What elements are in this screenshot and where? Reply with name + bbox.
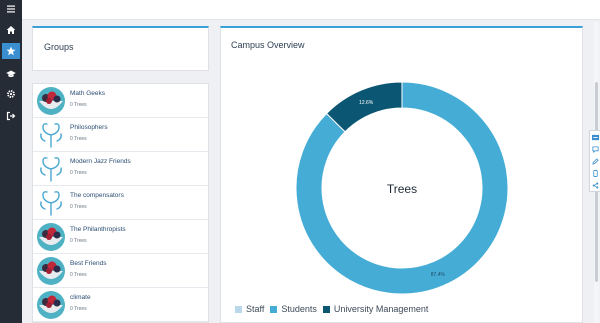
chart-legend: Staff Students University Management bbox=[235, 304, 434, 314]
edit-icon bbox=[592, 158, 599, 165]
home-button[interactable] bbox=[2, 22, 20, 38]
menu-icon bbox=[7, 5, 15, 13]
group-row[interactable]: Best Friends 0 Trees bbox=[33, 254, 208, 288]
fruit-bowl-avatar bbox=[37, 87, 65, 115]
group-name[interactable]: Best Friends bbox=[70, 260, 107, 267]
settings-button[interactable] bbox=[2, 86, 20, 102]
group-tree-count: 0 Trees bbox=[70, 204, 87, 210]
education-button[interactable] bbox=[2, 66, 20, 82]
group-name[interactable]: The compensators bbox=[70, 192, 124, 199]
menu-button[interactable] bbox=[2, 1, 20, 17]
group-tree-count: 0 Trees bbox=[70, 306, 87, 312]
legend-item-university-management[interactable]: University Management bbox=[322, 304, 429, 314]
legend-item-staff[interactable]: Staff bbox=[235, 304, 264, 314]
group-tree-count: 0 Trees bbox=[70, 170, 87, 176]
mobile-icon bbox=[593, 170, 598, 177]
legend-item-students[interactable]: Students bbox=[270, 304, 317, 314]
group-name[interactable]: climate bbox=[70, 294, 91, 301]
legend-label: Students bbox=[281, 304, 317, 314]
group-tree-count: 0 Trees bbox=[70, 238, 87, 244]
legend-swatch bbox=[322, 305, 330, 313]
favorites-button[interactable] bbox=[2, 43, 20, 59]
group-tree-count: 0 Trees bbox=[70, 102, 87, 108]
group-name[interactable]: Philosophers bbox=[70, 124, 108, 131]
group-row[interactable]: climate 0 Trees bbox=[33, 288, 208, 322]
share-icon bbox=[592, 182, 599, 189]
gear-icon bbox=[7, 90, 15, 98]
campus-overview-title: Campus Overview bbox=[231, 40, 305, 50]
blue-tree-avatar bbox=[40, 157, 62, 182]
groups-title: Groups bbox=[44, 42, 74, 52]
top-bar bbox=[22, 0, 600, 20]
fruit-bowl-avatar bbox=[37, 223, 65, 251]
donut-slice-label: 87.4% bbox=[431, 272, 446, 278]
legend-swatch bbox=[235, 305, 242, 313]
logout-icon bbox=[6, 111, 16, 121]
group-tree-count: 0 Trees bbox=[70, 136, 87, 142]
group-tree-count: 0 Trees bbox=[70, 272, 87, 278]
home-icon bbox=[6, 26, 16, 34]
group-row[interactable]: The compensators 0 Trees bbox=[33, 186, 208, 220]
group-row[interactable]: Philosophers 0 Trees bbox=[33, 118, 208, 152]
edit-button[interactable] bbox=[591, 157, 600, 166]
group-name[interactable]: Math Geeks bbox=[70, 90, 105, 97]
star-icon bbox=[6, 46, 16, 56]
share-button[interactable] bbox=[591, 181, 600, 190]
sidebar bbox=[0, 0, 22, 323]
translate-button[interactable] bbox=[591, 133, 600, 142]
donut-slice-label: 12.6% bbox=[359, 100, 374, 106]
legend-label: University Management bbox=[333, 304, 429, 314]
donut-slice-university-management[interactable] bbox=[325, 81, 403, 133]
campus-overview-panel: Campus Overview Trees 87.4% 12.6% Staff S… bbox=[220, 26, 583, 323]
logout-button[interactable] bbox=[2, 108, 20, 124]
blue-tree-avatar bbox=[40, 191, 62, 216]
fruit-bowl-avatar bbox=[37, 291, 65, 319]
group-name[interactable]: The Philanthropists bbox=[70, 226, 126, 233]
legend-swatch bbox=[270, 305, 278, 313]
campus-donut-chart: Trees 87.4% 12.6% bbox=[295, 81, 509, 295]
graduation-cap-icon bbox=[6, 70, 16, 78]
chat-button[interactable] bbox=[591, 145, 600, 154]
fruit-bowl-avatar bbox=[37, 257, 65, 285]
legend-label: Staff bbox=[246, 304, 265, 314]
blue-tree-avatar bbox=[40, 123, 62, 148]
right-toolbar bbox=[589, 130, 600, 192]
group-row[interactable]: Modern Jazz Friends 0 Trees bbox=[33, 152, 208, 186]
groups-list: Math Geeks 0 Trees Philosophers 0 Trees … bbox=[32, 83, 209, 323]
group-name[interactable]: Modern Jazz Friends bbox=[70, 158, 131, 165]
translate-icon bbox=[592, 134, 599, 141]
mobile-button[interactable] bbox=[591, 169, 600, 178]
group-row[interactable]: Math Geeks 0 Trees bbox=[33, 84, 208, 118]
groups-header-panel: Groups bbox=[32, 26, 209, 71]
group-row[interactable]: The Philanthropists 0 Trees bbox=[33, 220, 208, 254]
chat-icon bbox=[592, 146, 599, 153]
donut-center-label: Trees bbox=[387, 182, 417, 196]
